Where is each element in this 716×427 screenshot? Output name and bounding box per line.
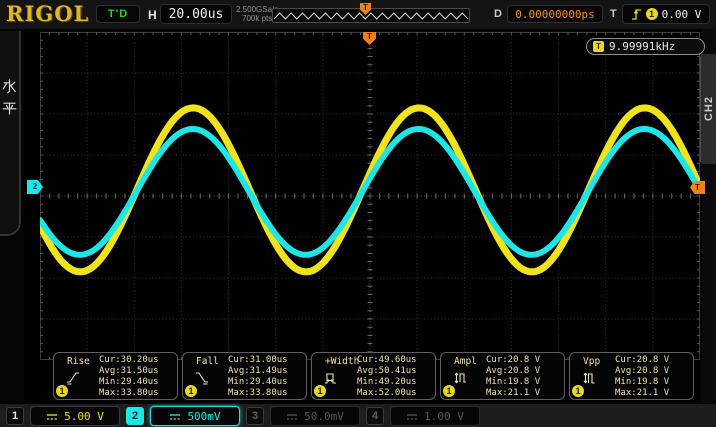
measurement-label: +Width: [325, 356, 359, 367]
measurement-values: Cur:20.8 V Avg:20.8 V Min:19.8 V Max:21.…: [615, 355, 669, 399]
waveform-preview-strip[interactable]: [272, 8, 470, 23]
cjk-glyph-ping-icon: [2, 100, 17, 115]
amplitude-icon: [453, 370, 467, 386]
top-status-bar: RIGOL T'D H 20.00us 2.500GSa/s 700k pts …: [0, 0, 716, 30]
trigger-settings-box[interactable]: 1 0.00 V: [622, 4, 710, 24]
trigger-source-badge: 1: [646, 8, 658, 20]
horizontal-menu-tab[interactable]: [0, 31, 21, 236]
dc-coupling-icon: [46, 412, 58, 421]
left-menu-bar: [0, 29, 24, 403]
graticule-plot: [40, 32, 700, 360]
measurement-panel-vpp[interactable]: Vpp 1 Cur:20.8 V Avg:20.8 V Min:19.8 V Max…: [569, 352, 694, 400]
channel-4-badge: 4: [366, 407, 384, 425]
channel-2-scale: 500mV: [187, 410, 220, 423]
channel-2-badge: 2: [126, 407, 144, 425]
measurement-panel-fall[interactable]: Fall 1 Cur:31.00us Avg:31.49us Min:29.40us…: [182, 352, 307, 400]
ch2-menu-tab[interactable]: CH2: [700, 54, 716, 164]
freq-counter-trigger-icon: T: [593, 41, 604, 52]
horizontal-label: H: [148, 8, 157, 22]
measurement-label: Vpp: [583, 356, 600, 367]
channel-3-scale-box[interactable]: 50.0mV: [270, 406, 360, 426]
channel-4-scale-box[interactable]: 1.00 V: [390, 406, 480, 426]
measurement-source-badge: 1: [185, 385, 197, 397]
channel-3-scale: 50.0mV: [304, 410, 344, 423]
rigol-logo: RIGOL: [6, 1, 89, 26]
measurement-values: Cur:31.00us Avg:31.49us Min:29.40us Max:…: [228, 355, 288, 399]
fall-time-icon: [195, 370, 209, 386]
delay-readout[interactable]: 0.00000000ps: [507, 5, 603, 23]
channel-4-control[interactable]: 4 1.00 V: [366, 406, 480, 426]
channel-3-control[interactable]: 3 50.0mV: [246, 406, 360, 426]
measurement-panel-ampl[interactable]: Ampl 1 Cur:20.8 V Avg:20.8 V Min:19.8 V Ma…: [440, 352, 565, 400]
preview-waveform: [273, 9, 469, 22]
channel-4-scale: 1.00 V: [424, 410, 464, 423]
dc-coupling-icon: [286, 412, 298, 421]
measurement-panel-width[interactable]: +Width 1 Cur:49.60us Avg:50.41us Min:49.20…: [311, 352, 436, 400]
channel-3-badge: 3: [246, 407, 264, 425]
trigger-label: T: [610, 8, 617, 20]
measurement-panel-rise[interactable]: Rise 1 Cur:30.20us Avg:31.50us Min:29.40us…: [53, 352, 178, 400]
channel-1-scale: 5.00 V: [64, 410, 104, 423]
frequency-counter-badge: T 9.99991kHz: [586, 38, 705, 55]
channel-status-bar: 15.00 V2500mV350.0mV41.00 V 18:35: [0, 403, 716, 427]
cjk-glyph-shui-icon: [2, 79, 17, 94]
channel-1-scale-box[interactable]: 5.00 V: [30, 406, 120, 426]
channel-2-control[interactable]: 2 500mV: [126, 406, 240, 426]
channel-2-scale-box[interactable]: 500mV: [150, 406, 240, 426]
channel-1-badge: 1: [6, 407, 24, 425]
ch2-menu-tab-label: CH2: [703, 96, 715, 121]
measurement-values: Cur:30.20us Avg:31.50us Min:29.40us Max:…: [99, 355, 159, 399]
dc-coupling-icon: [406, 412, 418, 421]
measurement-values: Cur:20.8 V Avg:20.8 V Min:19.8 V Max:21.…: [486, 355, 540, 399]
measurement-label: Rise: [67, 356, 90, 367]
measurement-label: Fall: [196, 356, 219, 367]
oscilloscope-screen: RIGOL T'D H 20.00us 2.500GSa/s 700k pts …: [0, 0, 716, 427]
measurement-panel-row: Rise 1 Cur:30.20us Avg:31.50us Min:29.40us…: [53, 352, 694, 400]
measurement-label: Ampl: [454, 356, 477, 367]
rising-edge-icon: [631, 7, 642, 21]
right-menu-bar: CH2: [701, 29, 716, 403]
delay-label: D: [494, 8, 502, 20]
frequency-readout: 9.99991kHz: [609, 40, 675, 53]
dc-coupling-icon: [169, 412, 181, 421]
measurement-values: Cur:49.60us Avg:50.41us Min:49.20us Max:…: [357, 355, 417, 399]
measurement-source-badge: 1: [314, 385, 326, 397]
measurement-source-badge: 1: [56, 385, 68, 397]
channel-1-control[interactable]: 1 5.00 V: [6, 406, 120, 426]
rise-time-icon: [66, 370, 80, 386]
measurement-source-badge: 1: [572, 385, 584, 397]
vpp-icon: [582, 370, 596, 386]
timebase-readout[interactable]: 20.00us: [160, 4, 232, 24]
measurement-source-badge: 1: [443, 385, 455, 397]
positive-width-icon: [324, 370, 338, 386]
trigger-level-readout: 0.00 V: [662, 8, 702, 21]
trigger-status-badge: T'D: [96, 5, 140, 23]
